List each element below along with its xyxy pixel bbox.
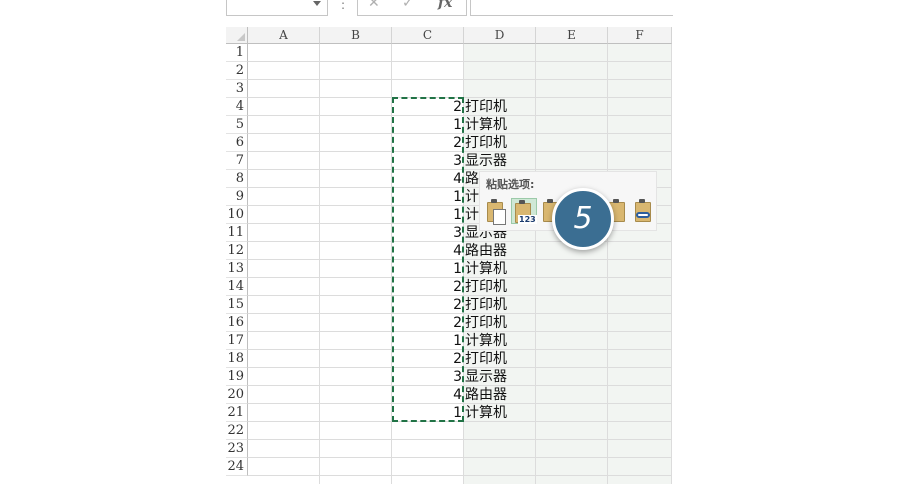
column-gridline xyxy=(671,44,672,484)
cell-d[interactable]: 显示器 xyxy=(465,152,507,170)
row-header-7[interactable]: 7 xyxy=(226,152,248,170)
row-header-10[interactable]: 10 xyxy=(226,206,248,224)
row-gridline xyxy=(248,79,672,80)
row-header-4[interactable]: 4 xyxy=(226,98,248,116)
column-header-e[interactable]: E xyxy=(536,27,608,44)
row-gridline xyxy=(248,439,672,440)
row-header-23[interactable]: 23 xyxy=(226,440,248,458)
cell-d[interactable]: 计 xyxy=(465,188,479,206)
chevron-down-icon[interactable] xyxy=(313,1,321,6)
row-gridline xyxy=(248,457,672,458)
formula-bar-buttons: ✕ ✓ fx xyxy=(357,0,467,16)
cell-d[interactable]: 计算机 xyxy=(465,260,507,278)
paste-link-icon[interactable] xyxy=(632,198,654,224)
cell-d[interactable]: 路由器 xyxy=(465,242,507,260)
row-header-6[interactable]: 6 xyxy=(226,134,248,152)
step-number-badge: 5 xyxy=(552,188,614,250)
cell-d[interactable]: 打印机 xyxy=(465,278,507,296)
row-header-9[interactable]: 9 xyxy=(226,188,248,206)
cell-d[interactable]: 打印机 xyxy=(465,134,507,152)
copy-marquee xyxy=(392,97,464,422)
row-header-13[interactable]: 13 xyxy=(226,260,248,278)
column-header-b[interactable]: B xyxy=(320,27,392,44)
cell-d[interactable]: 打印机 xyxy=(465,296,507,314)
cell-d[interactable]: 计算机 xyxy=(465,404,507,422)
select-all-corner[interactable] xyxy=(226,27,248,44)
row-header-21[interactable]: 21 xyxy=(226,404,248,422)
column-header-d[interactable]: D xyxy=(464,27,536,44)
row-header-5[interactable]: 5 xyxy=(226,116,248,134)
row-header-19[interactable]: 19 xyxy=(226,368,248,386)
name-box[interactable] xyxy=(226,0,328,16)
row-header-20[interactable]: 20 xyxy=(226,386,248,404)
cell-d[interactable]: 路由器 xyxy=(465,386,507,404)
cell-d[interactable]: 计算机 xyxy=(465,116,507,134)
column-gridline xyxy=(535,44,536,484)
cell-d[interactable]: 打印机 xyxy=(465,350,507,368)
cell-d[interactable]: 打印机 xyxy=(465,314,507,332)
row-header-18[interactable]: 18 xyxy=(226,350,248,368)
row-header-2[interactable]: 2 xyxy=(226,62,248,80)
row-gridline xyxy=(248,61,672,62)
column-header-a[interactable]: A xyxy=(248,27,320,44)
cell-d[interactable]: 打印机 xyxy=(465,98,507,116)
row-header-16[interactable]: 16 xyxy=(226,314,248,332)
row-header-12[interactable]: 12 xyxy=(226,242,248,260)
column-header-f[interactable]: F xyxy=(608,27,672,44)
row-header-15[interactable]: 15 xyxy=(226,296,248,314)
column-header-c[interactable]: C xyxy=(392,27,464,44)
paste-icon[interactable] xyxy=(484,198,506,225)
cancel-icon[interactable]: ✕ xyxy=(368,0,380,11)
paste-values-icon[interactable]: 123 xyxy=(511,198,537,224)
column-gridline xyxy=(607,44,608,484)
paste-options-title: 粘贴选项: xyxy=(486,178,535,191)
formula-bar-separator: : xyxy=(341,0,346,12)
row-header-24[interactable]: 24 xyxy=(226,458,248,476)
row-header-1[interactable]: 1 xyxy=(226,44,248,62)
cell-d[interactable]: 计 xyxy=(465,206,479,224)
values-badge: 123 xyxy=(518,215,537,224)
row-header-11[interactable]: 11 xyxy=(226,224,248,242)
row-header-14[interactable]: 14 xyxy=(226,278,248,296)
cell-d[interactable]: 显示器 xyxy=(465,368,507,386)
cell-d[interactable]: 路 xyxy=(465,170,479,188)
row-header-22[interactable]: 22 xyxy=(226,422,248,440)
cell-d[interactable]: 计算机 xyxy=(465,332,507,350)
formula-input[interactable] xyxy=(470,0,673,16)
row-header-17[interactable]: 17 xyxy=(226,332,248,350)
row-header-8[interactable]: 8 xyxy=(226,170,248,188)
column-gridline xyxy=(319,44,320,484)
enter-icon[interactable]: ✓ xyxy=(402,0,414,11)
insert-function-icon[interactable]: fx xyxy=(438,0,452,11)
row-header-3[interactable]: 3 xyxy=(226,80,248,98)
